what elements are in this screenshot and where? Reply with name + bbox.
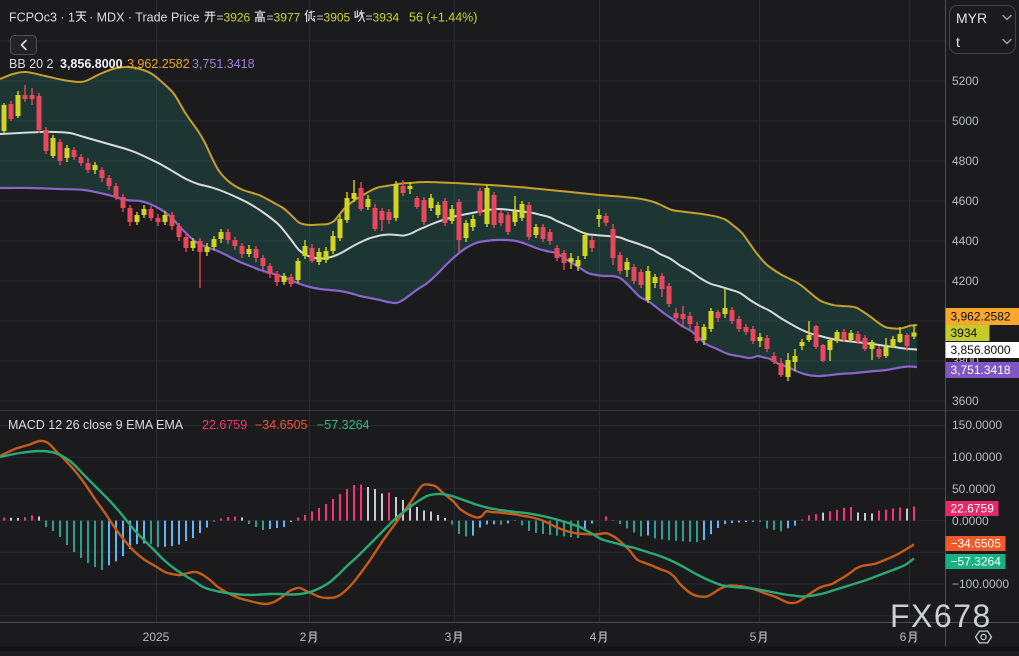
svg-text:150.0000: 150.0000: [952, 418, 1002, 432]
svg-text:MACD 12 26 close 9 EMA EMA: MACD 12 26 close 9 EMA EMA: [8, 418, 184, 432]
svg-text:3,962.2582: 3,962.2582: [951, 310, 1011, 324]
svg-text:100.0000: 100.0000: [952, 450, 1002, 464]
svg-text:FCPOc3 · 1: FCPOc3 · 1: [9, 11, 75, 25]
svg-text:56 (+1.44%): 56 (+1.44%): [409, 11, 477, 25]
svg-text:4200: 4200: [952, 274, 979, 288]
svg-text:−34.6505: −34.6505: [951, 537, 1002, 551]
svg-text:BB 20 2: BB 20 2: [9, 57, 54, 71]
svg-text:=3977: =3977: [267, 11, 301, 25]
svg-text:22.6759: 22.6759: [951, 502, 995, 516]
svg-text:6: 6: [900, 630, 907, 644]
svg-text:· MDX · Trade Price: · MDX · Trade Price: [89, 11, 199, 25]
svg-text:FX678: FX678: [890, 598, 992, 634]
svg-text:4400: 4400: [952, 234, 979, 248]
svg-text:−34.6505: −34.6505: [255, 418, 308, 432]
svg-text:MYR: MYR: [956, 10, 987, 26]
svg-text:4: 4: [590, 630, 597, 644]
svg-text:3,856.8000: 3,856.8000: [60, 57, 123, 71]
svg-text:3,962.2582: 3,962.2582: [127, 57, 190, 71]
svg-text:−57.3264: −57.3264: [951, 555, 1002, 569]
svg-text:3,751.3418: 3,751.3418: [951, 363, 1011, 377]
svg-text:5: 5: [750, 630, 757, 644]
svg-text:22.6759: 22.6759: [202, 418, 247, 432]
svg-text:−57.3264: −57.3264: [317, 418, 370, 432]
svg-text:3: 3: [445, 630, 452, 644]
svg-text:=3926: =3926: [217, 11, 251, 25]
svg-text:3600: 3600: [952, 394, 979, 408]
svg-text:3,751.3418: 3,751.3418: [192, 57, 255, 71]
svg-text:3,856.8000: 3,856.8000: [951, 343, 1011, 357]
svg-text:4800: 4800: [952, 154, 979, 168]
svg-text:−100.0000: −100.0000: [952, 577, 1009, 591]
svg-text:4600: 4600: [952, 194, 979, 208]
svg-text:5200: 5200: [952, 74, 979, 88]
svg-text:50.0000: 50.0000: [952, 482, 996, 496]
svg-text:t: t: [956, 34, 960, 50]
svg-text:3934: 3934: [951, 326, 978, 340]
svg-text:2: 2: [300, 630, 307, 644]
svg-text:5000: 5000: [952, 114, 979, 128]
svg-text:2025: 2025: [143, 630, 170, 644]
svg-text:=3934: =3934: [366, 11, 400, 25]
svg-text:=3905: =3905: [317, 11, 351, 25]
svg-text:0.0000: 0.0000: [952, 514, 989, 528]
